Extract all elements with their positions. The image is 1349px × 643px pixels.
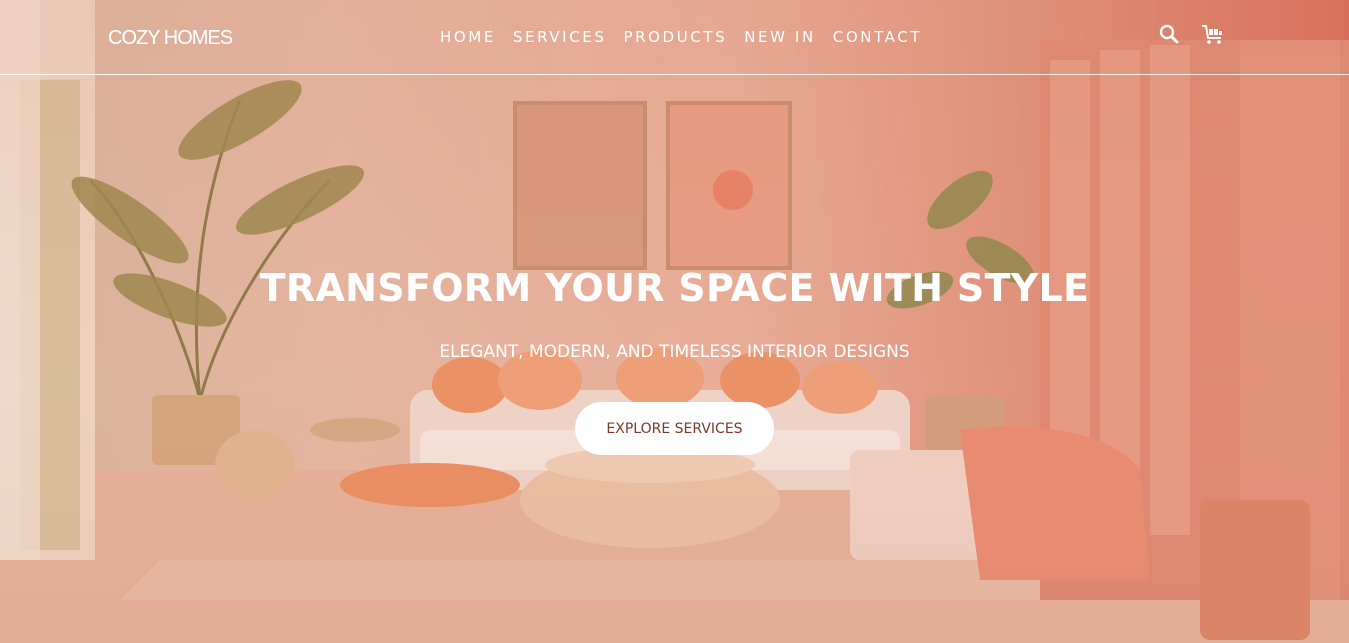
nav-item-products[interactable]: PRODUCTS	[623, 28, 727, 46]
hero-overlay	[0, 0, 1349, 643]
explore-services-button[interactable]: EXPLORE SERVICES	[575, 402, 774, 455]
nav-item-contact[interactable]: CONTACT	[833, 28, 922, 46]
hero-title: TRANSFORM YOUR SPACE WITH STYLE	[259, 266, 1090, 310]
site-header: COZY HOMES HOME SERVICES PRODUCTS NEW IN…	[0, 0, 1349, 75]
cart-icon[interactable]	[1200, 22, 1226, 48]
nav-item-services[interactable]: SERVICES	[513, 28, 607, 46]
hero-subtitle: ELEGANT, MODERN, AND TIMELESS INTERIOR D…	[439, 342, 910, 362]
search-icon[interactable]	[1157, 22, 1183, 48]
nav-item-home[interactable]: HOME	[440, 28, 496, 46]
hero-section: COZY HOMES HOME SERVICES PRODUCTS NEW IN…	[0, 0, 1349, 643]
brand-logo[interactable]: COZY HOMES	[108, 27, 233, 50]
nav-item-new-in[interactable]: NEW IN	[744, 28, 816, 46]
main-nav: HOME SERVICES PRODUCTS NEW IN CONTACT	[440, 28, 922, 46]
